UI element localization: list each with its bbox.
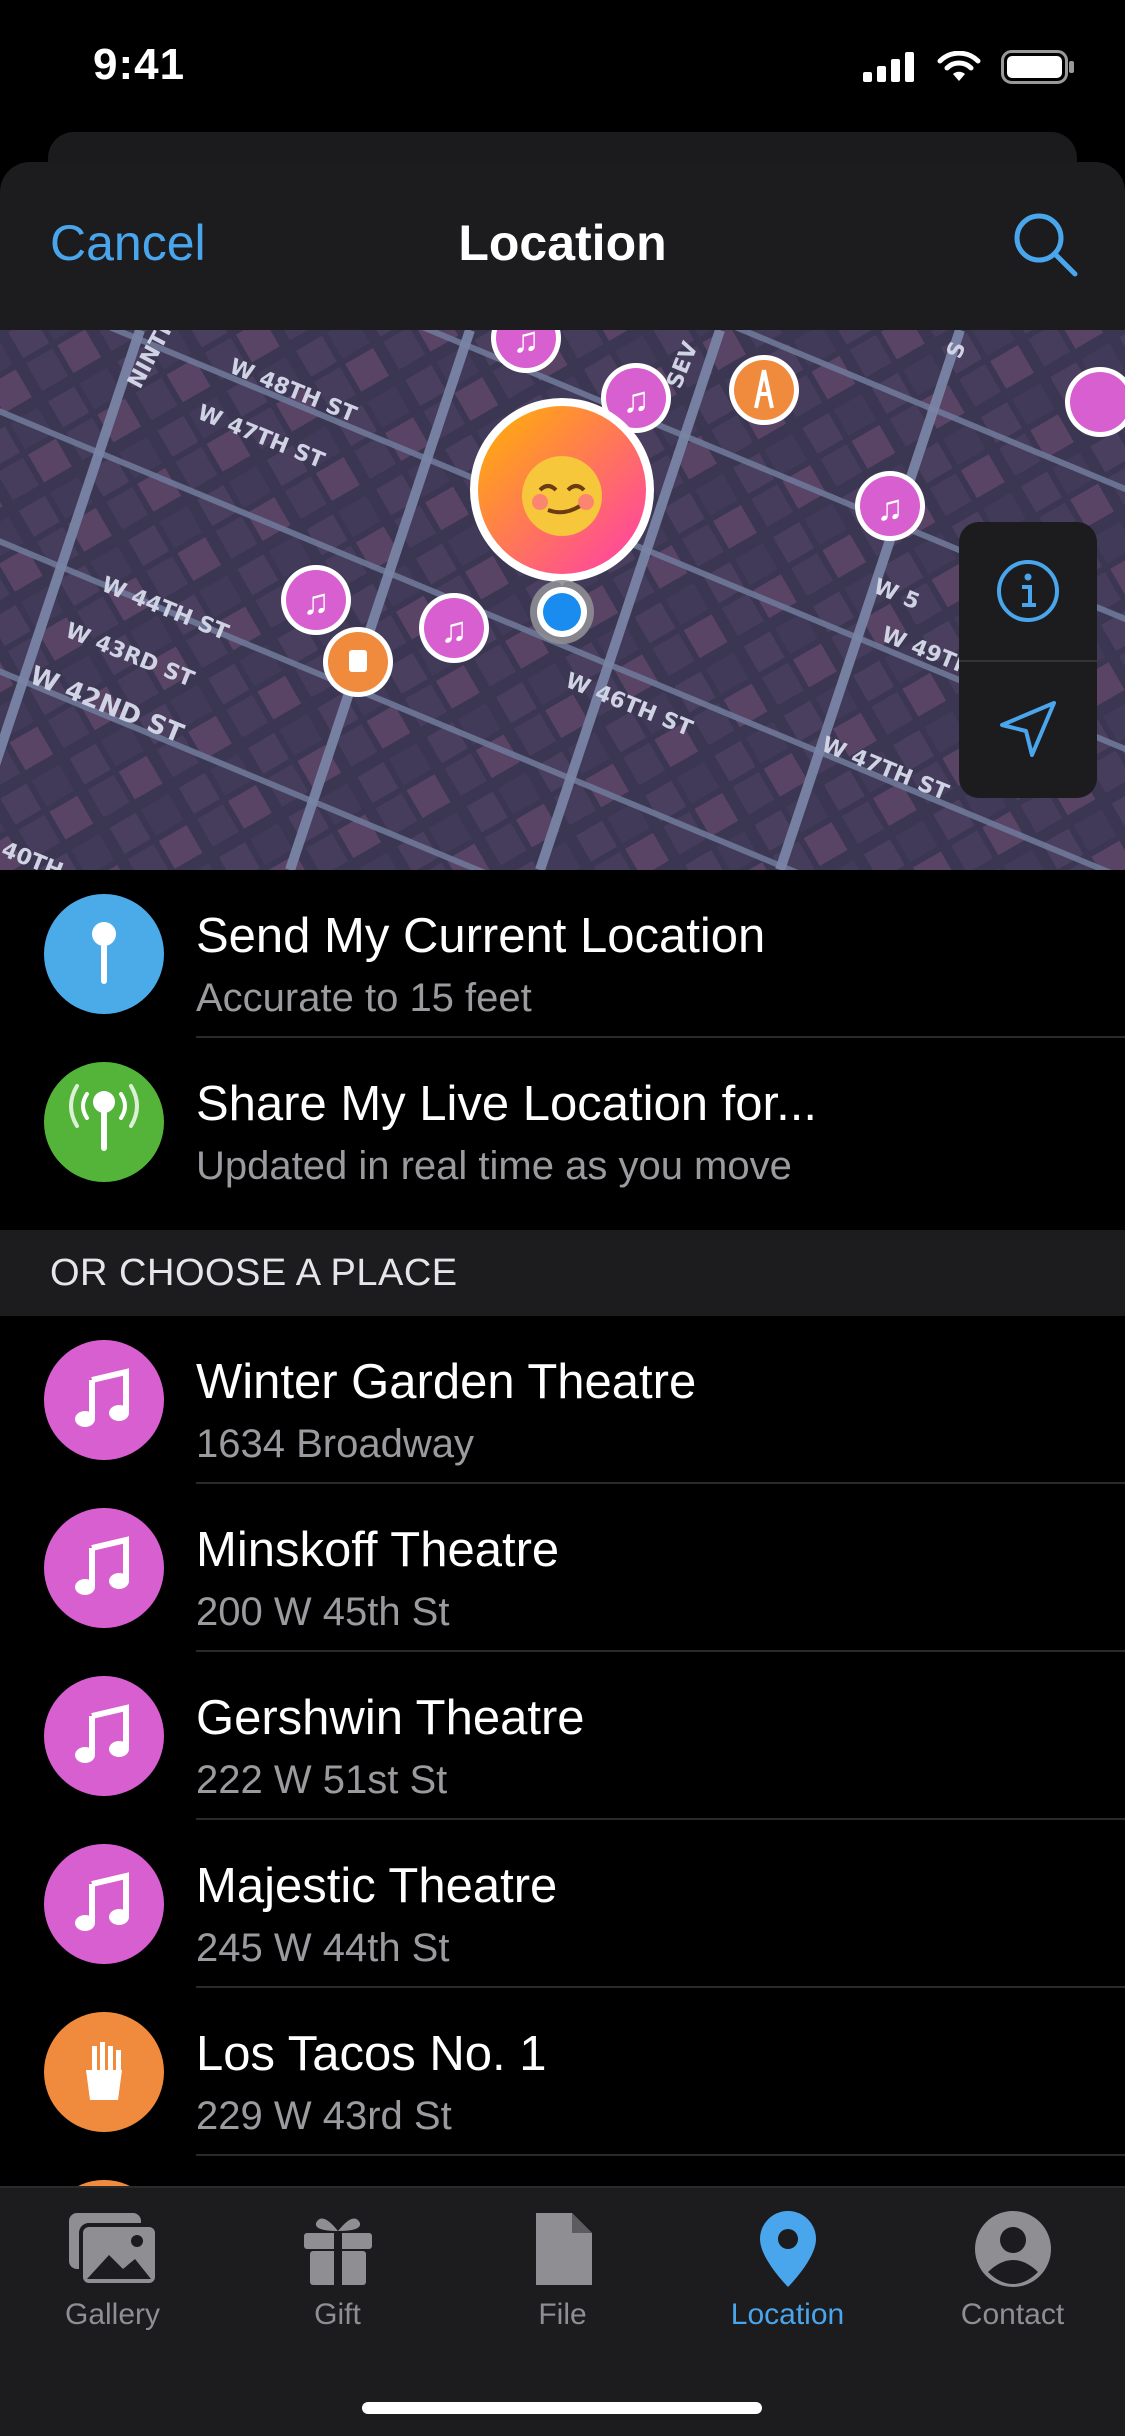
place-name: Los Tacos No. 1 — [196, 2027, 547, 2081]
place-row[interactable]: Majestic Theatre 245 W 44th St — [0, 1820, 1125, 1988]
tab-label: Location — [730, 2298, 845, 2331]
map-pin-music[interactable]: ♫ — [281, 565, 351, 635]
map-info-button[interactable] — [959, 522, 1097, 662]
svg-text:♫: ♫ — [877, 487, 904, 528]
info-icon — [997, 560, 1059, 622]
svg-text:♫: ♫ — [623, 379, 650, 420]
live-location-icon — [69, 1084, 139, 1151]
tab-label: File — [538, 2298, 587, 2331]
status-bar: 9:41 — [0, 0, 1125, 135]
action-title: Share My Live Location for... — [196, 1077, 817, 1131]
action-subtitle: Updated in real time as you move — [196, 1144, 792, 1188]
action-icon-circle — [44, 894, 164, 1014]
music-note-icon — [75, 1536, 129, 1595]
action-subtitle: Accurate to 15 feet — [196, 976, 532, 1020]
action-icon-circle — [44, 1062, 164, 1182]
status-time: 9:41 — [93, 40, 186, 89]
status-icons — [863, 50, 1075, 84]
map-controls — [959, 522, 1097, 798]
place-row[interactable]: Los Tacos No. 1 229 W 43rd St — [0, 1988, 1125, 2156]
cellular-signal-icon — [863, 52, 914, 82]
place-icon-circle — [44, 1340, 164, 1460]
section-header-label: OR CHOOSE A PLACE — [50, 1252, 458, 1294]
attachment-tab-bar: Gallery Gift File Location Contact — [0, 2186, 1125, 2436]
place-address: 200 W 45th St — [196, 1590, 450, 1634]
music-note-icon — [75, 1872, 129, 1931]
place-address: 1634 Broadway — [196, 1422, 474, 1466]
place-address: 222 W 51st St — [196, 1758, 448, 1802]
tab-file[interactable]: File — [450, 2206, 675, 2356]
file-icon — [535, 2213, 592, 2285]
place-icon-circle — [44, 2012, 164, 2132]
nav-bar: Cancel Location — [0, 162, 1125, 330]
place-address: 245 W 44th St — [196, 1926, 450, 1970]
home-indicator[interactable] — [362, 2402, 762, 2414]
place-icon-circle — [44, 1508, 164, 1628]
current-location-dot — [530, 580, 594, 644]
map-pin-music[interactable]: ♫ — [855, 471, 925, 541]
place-icon-circle — [44, 1844, 164, 1964]
location-sheet: Cancel Location W 48TH ST W 47TH ST NINT… — [0, 162, 1125, 2436]
location-arrow-icon — [1000, 701, 1056, 757]
svg-text:♫: ♫ — [441, 609, 468, 650]
map-pin-landmark[interactable] — [729, 355, 799, 425]
gallery-icon — [68, 2213, 159, 2287]
battery-icon — [1001, 50, 1074, 84]
tab-location[interactable]: Location — [675, 2206, 900, 2356]
map-view[interactable]: W 48TH ST W 47TH ST NINTH A W 44TH ST W … — [0, 330, 1125, 870]
wifi-icon — [937, 51, 981, 81]
tab-label: Gallery — [64, 2298, 161, 2331]
location-pin-icon — [759, 2211, 816, 2287]
search-icon[interactable] — [1009, 208, 1081, 280]
place-name: Winter Garden Theatre — [196, 1355, 697, 1409]
share-live-location-row[interactable]: Share My Live Location for... Updated in… — [0, 1038, 1125, 1206]
music-note-icon — [75, 1704, 129, 1763]
tab-label: Contact — [960, 2298, 1065, 2331]
place-icon-circle — [44, 1676, 164, 1796]
tab-contact[interactable]: Contact — [900, 2206, 1125, 2356]
my-location-button[interactable] — [959, 660, 1097, 798]
contact-icon — [974, 2211, 1051, 2287]
svg-text:♫: ♫ — [303, 581, 330, 622]
svg-text:♫: ♫ — [513, 330, 540, 360]
place-address: 229 W 43rd St — [196, 2094, 452, 2138]
place-row[interactable]: Gershwin Theatre 222 W 51st St — [0, 1652, 1125, 1820]
map-pin-food[interactable] — [323, 627, 393, 697]
fries-icon — [86, 2042, 122, 2100]
gift-icon — [303, 2218, 372, 2285]
map-canvas: W 48TH ST W 47TH ST NINTH A W 44TH ST W … — [0, 330, 1125, 870]
map-pin-music[interactable]: ♫ — [419, 593, 489, 663]
action-title: Send My Current Location — [196, 909, 766, 963]
place-row[interactable]: Minskoff Theatre 200 W 45th St — [0, 1484, 1125, 1652]
tab-gift[interactable]: Gift — [225, 2206, 450, 2356]
send-current-location-row[interactable]: Send My Current Location Accurate to 15 … — [0, 870, 1125, 1038]
tab-gallery[interactable]: Gallery — [0, 2206, 225, 2356]
place-name: Minskoff Theatre — [196, 1523, 560, 1577]
music-note-icon — [75, 1368, 129, 1427]
pin-icon — [92, 922, 116, 984]
place-name: Gershwin Theatre — [196, 1691, 585, 1745]
place-row[interactable]: Winter Garden Theatre 1634 Broadway — [0, 1316, 1125, 1484]
place-name: Majestic Theatre — [196, 1859, 558, 1913]
nav-title: Location — [458, 215, 667, 271]
section-header: OR CHOOSE A PLACE — [0, 1230, 1125, 1316]
tab-label: Gift — [314, 2298, 361, 2331]
